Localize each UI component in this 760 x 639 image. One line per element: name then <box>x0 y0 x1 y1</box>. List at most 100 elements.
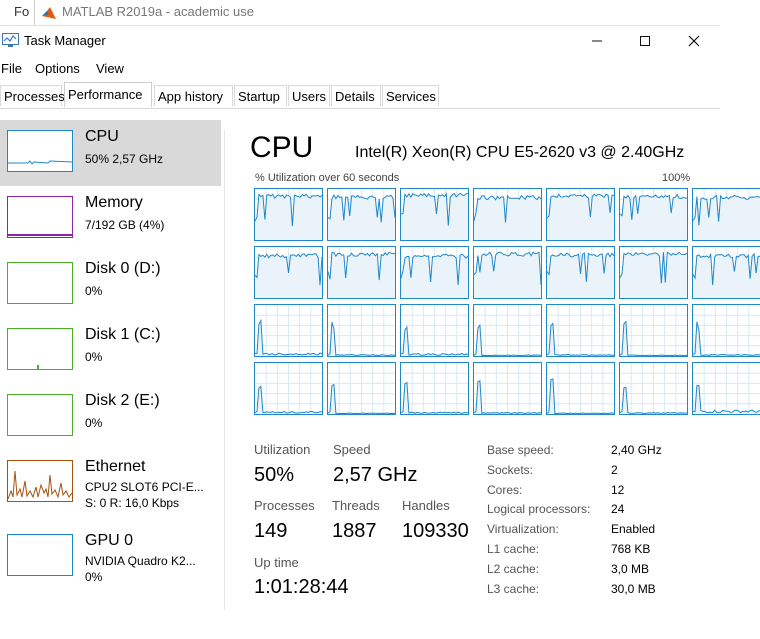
spec-value: 768 KB <box>611 542 651 556</box>
logical-processor-graph <box>400 362 469 415</box>
resource-item-memory[interactable]: Memory 7/192 GB (4%) <box>0 186 221 252</box>
resource-detail-secondary: 0% <box>85 570 103 584</box>
resource-detail: 0% <box>85 350 103 364</box>
logical-processor-graph <box>327 188 396 241</box>
logical-processor-graph <box>692 188 760 241</box>
maximize-button[interactable] <box>621 26 669 56</box>
logical-processor-graph <box>327 304 396 357</box>
cpu-thumbnail-graph <box>7 130 73 172</box>
minimize-button[interactable] <box>573 26 621 56</box>
close-button[interactable] <box>670 26 718 56</box>
logical-processor-graph <box>254 304 323 357</box>
logical-processor-graph <box>254 362 323 415</box>
minimize-icon <box>592 40 602 42</box>
handles-value: 109330 <box>402 520 469 542</box>
graph-caption: % Utilization over 60 seconds <box>255 172 400 184</box>
logical-processor-graph <box>254 246 323 299</box>
spec-label: Sockets: <box>487 462 534 477</box>
resource-item-cpu[interactable]: CPU 50% 2,57 GHz <box>0 120 221 186</box>
resource-detail: 0% <box>85 284 103 298</box>
logical-processor-graph <box>400 246 469 299</box>
spec-label: Logical processors: <box>487 502 591 517</box>
matlab-logo-icon <box>41 5 57 25</box>
cpu-model-name: Intel(R) Xeon(R) CPU E5-2620 v3 @ 2.40GH… <box>355 144 685 161</box>
resource-name: Disk 0 (D:) <box>85 260 161 277</box>
resource-detail: CPU2 SLOT6 PCI-E... <box>85 480 204 494</box>
logical-processor-graph <box>546 362 615 415</box>
close-icon <box>688 35 700 47</box>
logical-processor-graph <box>619 246 688 299</box>
spec-label: Cores: <box>487 482 523 497</box>
spec-value: 3,0 MB <box>611 561 650 576</box>
resource-list: CPU 50% 2,57 GHz Memory 7/192 GB (4%) Di… <box>0 120 221 620</box>
disk-thumbnail-graph <box>7 262 73 304</box>
spec-value: 2,40 GHz <box>611 443 662 457</box>
memory-thumbnail-graph <box>7 196 73 238</box>
resource-detail: NVIDIA Quadro K2... <box>85 554 196 568</box>
disk-thumbnail-graph <box>7 328 73 370</box>
tab-processes[interactable]: Processes <box>0 85 65 106</box>
resource-name: Disk 2 (E:) <box>85 392 160 409</box>
tab-startup[interactable]: Startup <box>234 85 287 106</box>
tab-performance[interactable]: Performance <box>64 82 152 107</box>
resource-item-ethernet[interactable]: Ethernet CPU2 SLOT6 PCI-E... S: 0 R: 16,… <box>0 450 221 516</box>
speed-label: Speed <box>333 442 371 457</box>
logical-processor-graph <box>400 304 469 357</box>
tab-app-history[interactable]: App history <box>154 85 233 106</box>
logical-processor-graph <box>546 304 615 357</box>
tab-users[interactable]: Users <box>288 85 330 106</box>
resource-item-disk-1[interactable]: Disk 1 (C:) 0% <box>0 318 221 384</box>
tab-bar: Processes Performance App history Startu… <box>0 82 720 109</box>
spec-value: 12 <box>611 482 625 497</box>
menu-file[interactable]: File <box>1 61 22 76</box>
threads-label: Threads <box>332 498 380 513</box>
spec-label: Virtualization: <box>487 522 559 537</box>
window-title: Task Manager <box>24 33 106 48</box>
resource-item-disk-0[interactable]: Disk 0 (D:) 0% <box>0 252 221 318</box>
resource-name: Disk 1 (C:) <box>85 326 161 343</box>
processes-label: Processes <box>254 498 315 513</box>
spec-label: L3 cache: <box>487 581 540 596</box>
spec-label: L1 cache: <box>487 542 540 556</box>
logical-processor-graph <box>473 188 542 241</box>
background-separator <box>34 0 35 25</box>
logical-processor-graph <box>546 188 615 241</box>
logical-processor-graph <box>473 362 542 415</box>
menu-view[interactable]: View <box>96 61 124 76</box>
handles-label: Handles <box>402 498 450 513</box>
resource-name: GPU 0 <box>85 532 134 549</box>
logical-processor-graph <box>619 188 688 241</box>
uptime-value: 1:01:28:44 <box>254 576 349 598</box>
menu-options[interactable]: Options <box>35 61 80 76</box>
spec-value: 24 <box>611 502 625 517</box>
logical-processor-graph <box>400 188 469 241</box>
resource-item-gpu-0[interactable]: GPU 0 NVIDIA Quadro K2... 0% <box>0 524 221 590</box>
resource-name: CPU <box>85 128 119 145</box>
logical-processor-graph <box>546 246 615 299</box>
logical-processor-graph <box>692 304 760 357</box>
logical-processor-graph <box>327 362 396 415</box>
title-bar: Task Manager <box>0 26 720 56</box>
utilization-value: 50% <box>254 464 295 486</box>
logical-processor-graph <box>473 304 542 357</box>
resource-detail: 0% <box>85 416 103 430</box>
resource-item-disk-2[interactable]: Disk 2 (E:) 0% <box>0 384 221 450</box>
spec-label: L2 cache: <box>487 561 540 576</box>
speed-value: 2,57 GHz <box>333 464 418 486</box>
logical-processor-graph <box>254 188 323 241</box>
background-window-fragment: Fo <box>14 4 30 19</box>
ethernet-thumbnail-graph <box>7 460 73 502</box>
maximize-icon <box>640 36 650 46</box>
resource-detail-secondary: S: 0 R: 16,0 Kbps <box>85 496 180 510</box>
processes-value: 149 <box>254 520 288 542</box>
resource-detail: 50% 2,57 GHz <box>85 152 164 166</box>
logical-processor-graph <box>473 246 542 299</box>
uptime-label: Up time <box>254 555 299 570</box>
spec-value: 2 <box>611 462 618 477</box>
tab-services[interactable]: Services <box>382 85 439 106</box>
spec-value: 30,0 MB <box>611 581 656 596</box>
logical-processor-graph <box>692 246 760 299</box>
tab-details[interactable]: Details <box>331 85 381 106</box>
resource-name: Memory <box>85 194 143 211</box>
utilization-label: Utilization <box>254 442 311 457</box>
